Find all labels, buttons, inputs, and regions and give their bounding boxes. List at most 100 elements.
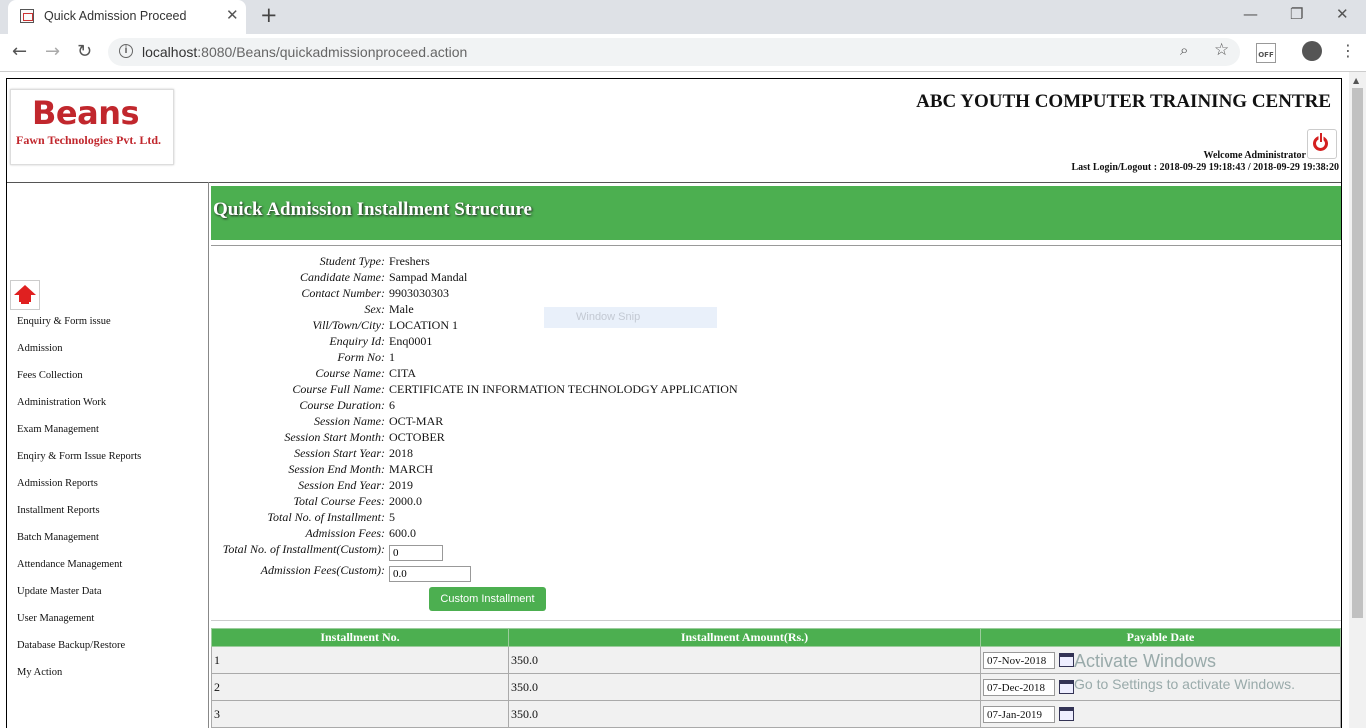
- sidebar-menu: Enquiry & Form issue Admission Fees Coll…: [17, 316, 141, 694]
- detail-label: Course Full Name:: [292, 382, 385, 396]
- detail-value: OCT-MAR: [389, 414, 444, 428]
- scroll-up-icon[interactable]: ▲: [1353, 76, 1359, 85]
- installment-no-cell: 2: [211, 673, 509, 701]
- zoom-icon[interactable]: ⌕: [1180, 41, 1188, 59]
- tab-title: Quick Admission Proceed: [44, 9, 187, 23]
- company-logo: Beans Fawn Technologies Pvt. Ltd.: [10, 89, 174, 165]
- profile-avatar-icon[interactable]: [1302, 41, 1322, 61]
- sidebar-item-enquiry-reports[interactable]: Enqiry & Form Issue Reports: [17, 451, 141, 478]
- browser-tab[interactable]: Quick Admission Proceed ✕: [8, 0, 246, 34]
- calendar-icon[interactable]: [1059, 653, 1074, 667]
- custom-installment-button[interactable]: Custom Installment: [429, 587, 546, 611]
- detail-value: CITA: [389, 366, 417, 380]
- detail-label: Session Name:: [314, 414, 385, 428]
- detail-label: Vill/Town/City:: [312, 318, 385, 332]
- detail-label: Student Type:: [319, 254, 385, 268]
- page-title: Quick Admission Installment Structure: [213, 199, 532, 220]
- url-text[interactable]: localhost:8080/Beans/quickadmissionproce…: [142, 44, 467, 60]
- detail-value: 6: [389, 398, 395, 412]
- calendar-icon[interactable]: [1059, 707, 1074, 721]
- sidebar-item-attendance-management[interactable]: Attendance Management: [17, 559, 141, 586]
- logout-power-icon[interactable]: [1307, 129, 1337, 159]
- activate-windows-watermark: Activate Windows Go to Settings to activ…: [1074, 651, 1295, 692]
- detail-value: 5: [389, 510, 395, 524]
- section-divider: [211, 620, 1341, 621]
- main-content: Quick Admission Installment Structure St…: [208, 182, 1341, 728]
- detail-label: Form No:: [337, 350, 385, 364]
- detail-value: LOCATION 1: [389, 318, 458, 332]
- close-tab-icon[interactable]: ✕: [226, 6, 239, 24]
- page-favicon-icon: [20, 9, 34, 23]
- sidebar-item-fees-collection[interactable]: Fees Collection: [17, 370, 141, 397]
- sidebar-item-batch-management[interactable]: Batch Management: [17, 532, 141, 559]
- page-scrollbar[interactable]: ▲: [1349, 72, 1366, 728]
- detail-value: Enq0001: [389, 334, 433, 348]
- site-info-icon[interactable]: i: [119, 44, 133, 58]
- detail-value: MARCH: [389, 462, 434, 476]
- new-tab-icon[interactable]: +: [260, 3, 278, 27]
- installment-no-cell: 3: [211, 700, 509, 728]
- page-title-banner: Quick Admission Installment Structure: [211, 186, 1341, 240]
- sidebar-item-exam-management[interactable]: Exam Management: [17, 424, 141, 451]
- browser-menu-icon[interactable]: ⋮: [1340, 41, 1356, 60]
- custom-installment-input[interactable]: [389, 545, 443, 561]
- detail-value: OCTOBER: [389, 430, 445, 444]
- activate-windows-subtitle: Go to Settings to activate Windows.: [1074, 676, 1295, 692]
- forward-icon[interactable]: →: [45, 41, 60, 62]
- header-installment-amount: Installment Amount(Rs.): [508, 628, 981, 647]
- detail-value: 2019: [389, 478, 413, 492]
- back-icon[interactable]: ←: [12, 41, 27, 62]
- sidebar-item-database-backup[interactable]: Database Backup/Restore: [17, 640, 141, 667]
- payable-date-cell: 07-Jan-2019: [980, 700, 1341, 728]
- scroll-up-arrow-icon[interactable]: [10, 280, 40, 310]
- detail-label: Course Name:: [315, 366, 385, 380]
- detail-value: Sampad Mandal: [389, 270, 468, 284]
- sidebar-item-admission-reports[interactable]: Admission Reports: [17, 478, 141, 505]
- detail-label: Admission Fees:: [305, 526, 385, 540]
- sidebar-item-admission[interactable]: Admission: [17, 343, 141, 370]
- restore-icon[interactable]: ❐: [1290, 5, 1303, 23]
- header-installment-no: Installment No.: [211, 628, 509, 647]
- detail-value: Male: [389, 302, 414, 316]
- reload-icon[interactable]: ↻: [77, 41, 92, 62]
- sidebar-item-update-master-data[interactable]: Update Master Data: [17, 586, 141, 613]
- scrollbar-thumb[interactable]: [1352, 88, 1363, 618]
- window-close-icon[interactable]: ✕: [1336, 5, 1349, 23]
- detail-label: Contact Number:: [301, 286, 385, 300]
- browser-tabstrip: Quick Admission Proceed ✕ + — ❐ ✕: [0, 0, 1366, 34]
- custom-fees-label: Admission Fees(Custom):: [260, 563, 385, 577]
- sidebar-item-my-action[interactable]: My Action: [17, 667, 141, 694]
- sidebar: Enquiry & Form issue Admission Fees Coll…: [7, 183, 207, 728]
- sidebar-item-administration-work[interactable]: Administration Work: [17, 397, 141, 424]
- org-title: ABC YOUTH COMPUTER TRAINING CENTRE: [916, 91, 1331, 112]
- bookmark-star-icon[interactable]: ☆: [1214, 40, 1229, 60]
- payable-date-input[interactable]: 07-Jan-2019: [983, 705, 1055, 723]
- calendar-icon[interactable]: [1059, 680, 1074, 694]
- custom-installment-label: Total No. of Installment(Custom):: [222, 542, 385, 556]
- detail-label: Session End Month:: [288, 462, 385, 476]
- sidebar-item-enquiry-form-issue[interactable]: Enquiry & Form issue: [17, 316, 141, 343]
- custom-fees-input[interactable]: [389, 566, 471, 582]
- detail-label: Enquiry Id:: [329, 334, 385, 348]
- header-payable-date: Payable Date: [980, 628, 1341, 647]
- app-frame: Beans Fawn Technologies Pvt. Ltd. ABC YO…: [6, 78, 1342, 728]
- url-path: :8080/Beans/quickadmissionproceed.action: [197, 44, 468, 60]
- window-snip-overlay: Window Snip: [544, 307, 717, 328]
- installment-amount-cell: 350.0: [508, 646, 981, 674]
- installment-amount-cell: 350.0: [508, 673, 981, 701]
- sidebar-item-installment-reports[interactable]: Installment Reports: [17, 505, 141, 532]
- title-divider: [211, 245, 1341, 246]
- last-login-text: Last Login/Logout : 2018-09-29 19:18:43 …: [1071, 162, 1340, 173]
- detail-value: 2018: [389, 446, 413, 460]
- installment-amount-cell: 350.0: [508, 700, 981, 728]
- extension-off-icon[interactable]: OFF: [1256, 43, 1276, 63]
- sidebar-item-user-management[interactable]: User Management: [17, 613, 141, 640]
- payable-date-input[interactable]: 07-Nov-2018: [983, 651, 1055, 669]
- address-bar[interactable]: i localhost:8080/Beans/quickadmissionpro…: [108, 38, 1240, 66]
- browser-toolbar: ← → ↻ i localhost:8080/Beans/quickadmiss…: [0, 34, 1366, 72]
- minimize-icon[interactable]: —: [1243, 5, 1258, 23]
- payable-date-input[interactable]: 07-Dec-2018: [983, 678, 1055, 696]
- detail-value: 9903030303: [389, 286, 449, 300]
- detail-value: 1: [389, 350, 395, 364]
- logo-tagline: Fawn Technologies Pvt. Ltd.: [16, 133, 162, 147]
